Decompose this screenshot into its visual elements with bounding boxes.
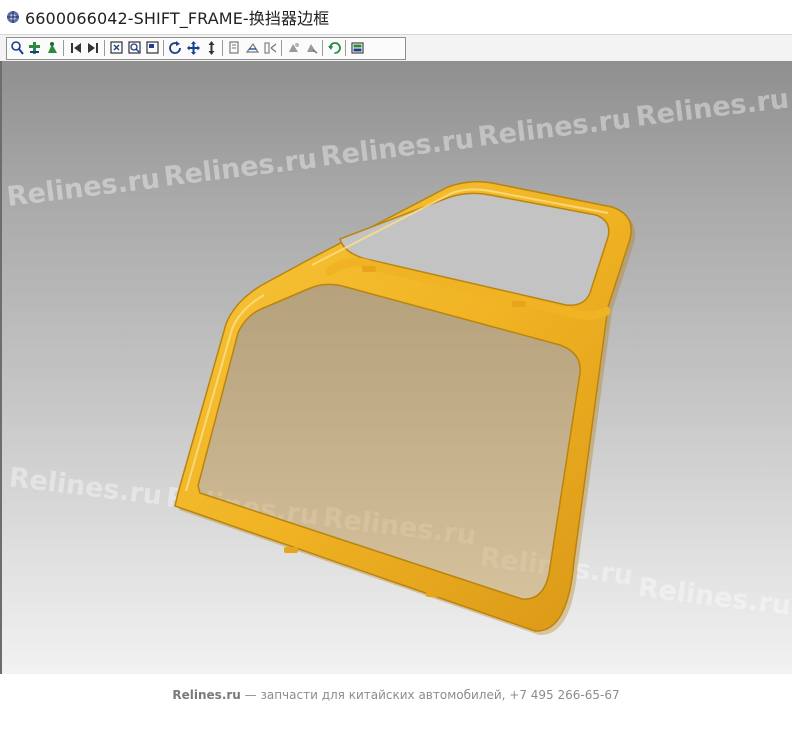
toolbar-panel [6, 37, 406, 60]
window-title: 6600066042-SHIFT_FRAME-换挡器边框 [25, 9, 330, 28]
watermark-text: Relines.ru [162, 143, 319, 193]
watermark-text: Relines.ru [7, 462, 164, 512]
watermark-text: Relines.ru [634, 83, 791, 133]
viewport-canvas: Relines.ru Relines.ru Relines.ru Relines… [5, 83, 792, 636]
assembly-icon [7, 11, 19, 23]
toolbar-separator [163, 40, 164, 56]
toolbar-separator [281, 40, 282, 56]
zoom-window-icon[interactable] [145, 40, 160, 56]
rotate-icon[interactable] [168, 40, 183, 56]
section-icon[interactable] [245, 40, 260, 56]
title-bar: 6600066042-SHIFT_FRAME-换挡器边框 [0, 0, 792, 34]
first-step-icon[interactable] [68, 40, 83, 56]
zoom-vertical-icon[interactable] [204, 40, 219, 56]
watermark-text: Relines.ru [636, 572, 792, 622]
toolbar-separator [322, 40, 323, 56]
footer-text: — запчасти для китайских автомобилей, +7… [240, 688, 620, 702]
pan-tool-icon[interactable] [27, 40, 42, 56]
fit-all-icon[interactable] [109, 40, 124, 56]
watermark-text: Relines.ru [5, 163, 162, 213]
watermark-text: Relines.ru [476, 103, 633, 153]
toolbar-separator [63, 40, 64, 56]
toolbar [0, 34, 792, 62]
frame-clip [512, 301, 526, 307]
toolbar-separator [222, 40, 223, 56]
footer: Relines.ru — запчасти для китайских авто… [0, 688, 792, 710]
move-icon[interactable] [186, 40, 201, 56]
frame-clip [362, 266, 376, 272]
frame-clip [284, 547, 298, 553]
toolbar-separator [345, 40, 346, 56]
toolbar-separator [104, 40, 105, 56]
select-part-icon[interactable] [45, 40, 60, 56]
watermark-text: Relines.ru [319, 123, 476, 173]
fit-selection-icon[interactable] [127, 40, 142, 56]
3d-viewport[interactable]: Relines.ru Relines.ru Relines.ru Relines… [0, 61, 792, 674]
reset-view-icon[interactable] [327, 40, 342, 56]
zoom-icon[interactable] [10, 40, 25, 56]
hide-icon[interactable] [286, 40, 301, 56]
shift-frame-model[interactable] [174, 180, 636, 636]
explode-icon[interactable] [263, 40, 278, 56]
footer-brand[interactable]: Relines.ru [172, 688, 240, 702]
measure-icon[interactable] [227, 40, 242, 56]
frame-clip [426, 591, 440, 597]
display-mode-icon[interactable] [350, 40, 365, 56]
show-icon[interactable] [304, 40, 319, 56]
last-step-icon[interactable] [86, 40, 101, 56]
